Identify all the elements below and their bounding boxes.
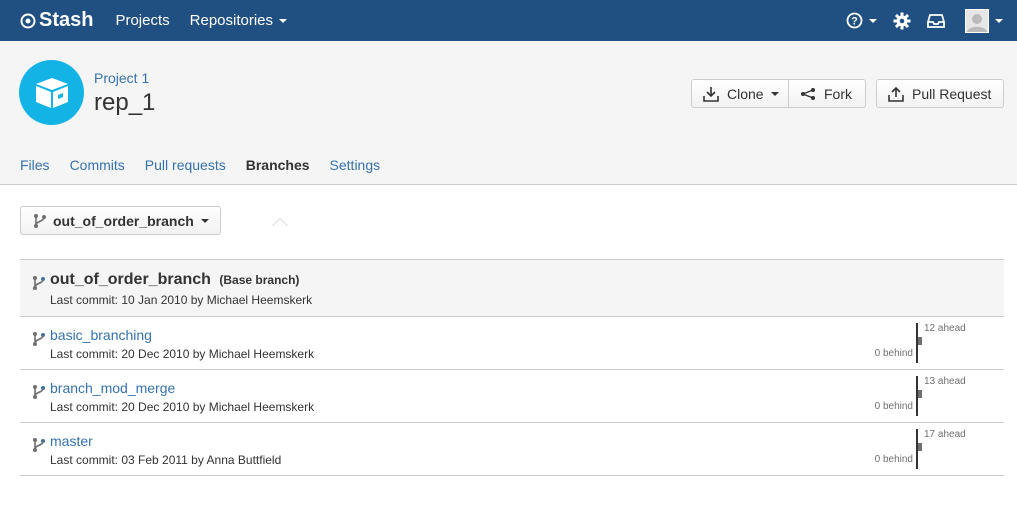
branch-row: master Last commit: 03 Feb 2011 by Anna … (20, 423, 1004, 476)
branch-icon (32, 275, 46, 296)
stash-logo[interactable]: Stash (20, 9, 93, 32)
chevron-down-icon (869, 18, 877, 23)
help-menu[interactable]: ? (846, 12, 877, 29)
nav-repositories[interactable]: Repositories (189, 12, 288, 29)
ahead-bar (918, 390, 922, 398)
branch-last-commit: Last commit: 20 Dec 2010 by Michael Heem… (50, 400, 315, 414)
svg-text:?: ? (851, 16, 858, 28)
settings-button[interactable] (893, 12, 911, 30)
upload-icon (888, 86, 904, 102)
fork-button[interactable]: Fork (788, 79, 866, 108)
branch-icon (32, 437, 46, 458)
branch-last-commit: Last commit: 20 Dec 2010 by Michael Heem… (50, 347, 315, 361)
repository-tabs: Files Commits Pull requests Branches Set… (20, 157, 400, 173)
pull-request-button-label: Pull Request (912, 85, 992, 102)
branch-row: branch_mod_merge Last commit: 20 Dec 201… (20, 370, 1004, 423)
tab-branches[interactable]: Branches (246, 157, 310, 173)
branch-icon (32, 331, 46, 352)
branch-name-link[interactable]: branch_mod_merge (50, 380, 175, 396)
branch-row: basic_branching Last commit: 20 Dec 2010… (20, 317, 1004, 370)
user-menu[interactable] (965, 8, 1003, 33)
nav-repositories-label: Repositories (189, 12, 274, 29)
branch-last-commit: Last commit: 03 Feb 2011 by Anna Buttfie… (50, 453, 282, 467)
ahead-count: 12 ahead (924, 323, 966, 334)
brand-name: Stash (39, 9, 94, 31)
clone-button-label: Clone (727, 85, 764, 102)
top-navigation-bar: Stash Projects Repositories ? (0, 0, 1017, 41)
base-branch-name-cell: out_of_order_branch (Base branch) (50, 271, 299, 289)
branch-icon (32, 384, 46, 405)
ahead-bar (918, 337, 922, 345)
clone-button[interactable]: Clone (691, 79, 789, 108)
download-icon (703, 86, 719, 102)
branch-selector-value: out_of_order_branch (53, 212, 194, 229)
base-branch-last-commit: Last commit: 10 Jan 2010 by Michael Heem… (50, 293, 313, 307)
ahead-count: 13 ahead (924, 376, 966, 387)
inbox-icon (927, 13, 945, 28)
repository-name: rep_1 (94, 89, 156, 116)
tab-settings[interactable]: Settings (330, 157, 381, 173)
ahead-count: 17 ahead (924, 429, 966, 440)
base-branch-row: out_of_order_branch (Base branch) Last c… (20, 259, 1004, 317)
chevron-down-icon (279, 18, 288, 23)
chevron-down-icon (995, 18, 1003, 23)
nav-projects[interactable]: Projects (115, 12, 169, 29)
gear-icon (893, 12, 911, 29)
branch-selector[interactable]: out_of_order_branch (20, 206, 221, 235)
ahead-bar (918, 443, 922, 451)
behind-count: 0 behind (874, 348, 913, 359)
fork-icon (800, 87, 816, 101)
chevron-down-icon (770, 91, 779, 96)
tab-files[interactable]: Files (20, 157, 50, 173)
behind-count: 0 behind (874, 454, 913, 465)
base-branch-tag: (Base branch) (219, 273, 300, 287)
base-branch-name: out_of_order_branch (50, 271, 211, 288)
branch-icon (33, 213, 47, 229)
chevron-down-icon (200, 218, 209, 223)
tab-pull-requests[interactable]: Pull requests (145, 157, 226, 173)
active-tab-pointer (272, 218, 288, 226)
user-avatar-icon (965, 8, 989, 33)
tab-commits[interactable]: Commits (70, 157, 125, 173)
inbox-button[interactable] (927, 13, 945, 28)
branch-list: out_of_order_branch (Base branch) Last c… (20, 259, 1004, 476)
pull-request-button[interactable]: Pull Request (876, 79, 1004, 108)
behind-count: 0 behind (874, 401, 913, 412)
branch-name-link[interactable]: basic_branching (50, 327, 152, 343)
fork-button-label: Fork (824, 85, 852, 102)
project-avatar[interactable] (19, 60, 84, 125)
stash-logo-icon (20, 13, 36, 28)
project-link[interactable]: Project 1 (94, 70, 149, 86)
box-icon (35, 77, 68, 108)
help-icon: ? (846, 12, 863, 29)
branch-name-link[interactable]: master (50, 433, 93, 449)
